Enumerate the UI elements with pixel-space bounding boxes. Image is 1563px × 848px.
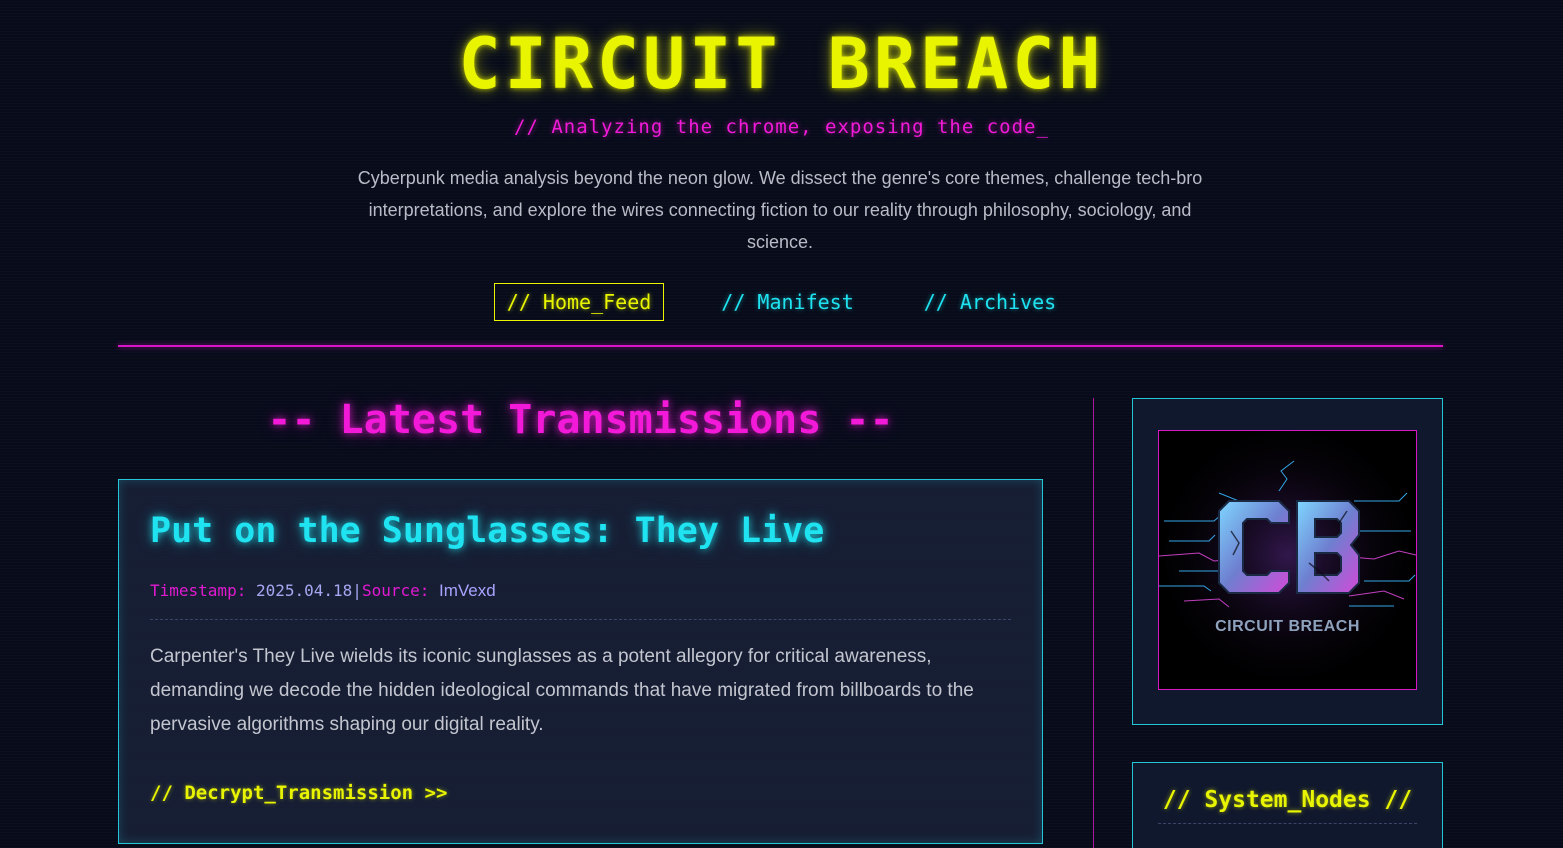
source-label: Source: bbox=[361, 581, 430, 600]
header-divider bbox=[118, 345, 1443, 347]
logo-panel: CIRCUIT BREACH bbox=[1132, 398, 1443, 725]
nav-manifest[interactable]: // Manifest bbox=[708, 283, 866, 321]
site-title: CIRCUIT BREACH bbox=[458, 23, 1105, 105]
post-excerpt: Carpenter's They Live wields its iconic … bbox=[150, 646, 974, 735]
system-nodes-panel: // System_Nodes // bbox=[1132, 762, 1443, 848]
post-meta: Timestamp: 2025.04.18|Source: ImVexd bbox=[150, 580, 496, 602]
site-intro: Cyberpunk media analysis beyond the neon… bbox=[357, 168, 1203, 252]
timestamp-label: Timestamp: bbox=[150, 581, 247, 600]
post-title[interactable]: Put on the Sunglasses: They Live bbox=[150, 508, 824, 554]
sidebar-divider bbox=[1093, 398, 1094, 848]
system-nodes-divider bbox=[1158, 823, 1417, 824]
section-heading: -- Latest Transmissions -- bbox=[267, 397, 894, 443]
system-nodes-title: // System_Nodes // bbox=[1162, 787, 1413, 813]
site-logo: CIRCUIT BREACH bbox=[1158, 430, 1417, 690]
post-card: Put on the Sunglasses: They Live Timesta… bbox=[118, 479, 1043, 844]
nav-archives[interactable]: // Archives bbox=[911, 283, 1069, 321]
timestamp-value: 2025.04.18 bbox=[255, 581, 353, 600]
meta-separator: | bbox=[352, 581, 362, 600]
nav-home-feed[interactable]: // Home_Feed bbox=[493, 283, 665, 321]
logo-caption: CIRCUIT BREACH bbox=[1215, 618, 1360, 635]
main-nav: // Home_Feed // Manifest // Archives bbox=[0, 283, 1563, 321]
site-tagline: // Analyzing the chrome, exposing the co… bbox=[514, 116, 1049, 138]
cb-logo-icon bbox=[1159, 431, 1416, 689]
post-divider bbox=[150, 619, 1011, 620]
source-author: ImVexd bbox=[439, 581, 496, 600]
read-more-link[interactable]: // Decrypt_Transmission >> bbox=[150, 780, 447, 806]
